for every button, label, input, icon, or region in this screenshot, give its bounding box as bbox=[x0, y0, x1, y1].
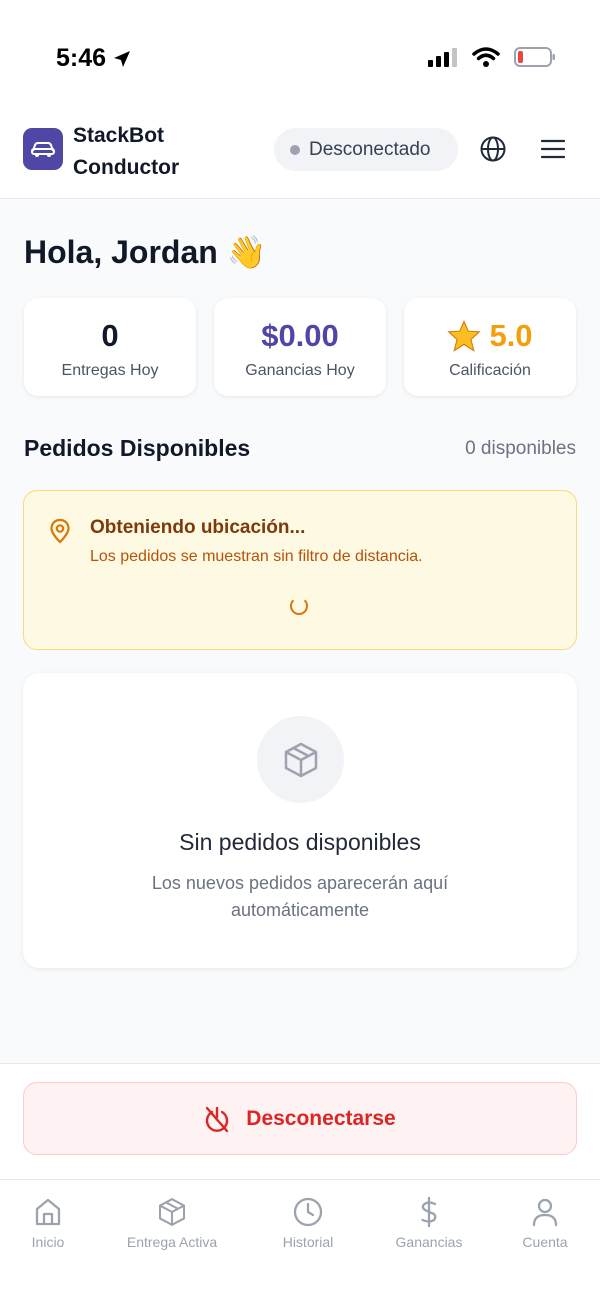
brand-line-2: Conductor bbox=[73, 156, 180, 179]
disconnect-area: Desconectarse bbox=[0, 1063, 600, 1179]
disconnect-button[interactable]: Desconectarse bbox=[23, 1082, 577, 1155]
home-icon bbox=[35, 1198, 61, 1226]
nav-label: Historial bbox=[282, 1234, 334, 1250]
nav-label: Cuenta bbox=[522, 1234, 568, 1250]
nav-label: Entrega Activa bbox=[126, 1234, 218, 1250]
wifi-icon bbox=[472, 47, 500, 67]
empty-state-title: Sin pedidos disponibles bbox=[179, 829, 421, 855]
nav-item-inicio[interactable]: Inicio bbox=[0, 1196, 108, 1250]
clock-time: 5:46 bbox=[56, 44, 107, 72]
stat-value: $0.00 bbox=[261, 318, 339, 353]
nav-item-ganancias[interactable]: Ganancias bbox=[369, 1196, 489, 1250]
stat-value: 0 bbox=[101, 318, 119, 353]
disconnect-label: Desconectarse bbox=[246, 1106, 396, 1130]
nav-label: Inicio bbox=[31, 1234, 65, 1250]
package-icon bbox=[284, 742, 317, 777]
map-pin-icon bbox=[50, 518, 70, 544]
nav-item-entrega-activa[interactable]: Entrega Activa bbox=[112, 1196, 232, 1250]
rating-value: 5.0 bbox=[489, 318, 533, 353]
wave-emoji: 👋 bbox=[226, 234, 267, 270]
stat-label: Entregas Hoy bbox=[61, 362, 159, 379]
empty-state-description: Los nuevos pedidos aparecerán aquí autom… bbox=[151, 873, 449, 920]
stat-card-deliveries: 0 Entregas Hoy bbox=[24, 298, 196, 396]
empty-state-icon bbox=[257, 716, 344, 803]
location-notice-subtitle: Los pedidos se muestran sin filtro de di… bbox=[90, 548, 423, 565]
stat-label: Calificación bbox=[449, 362, 531, 379]
stat-card-earnings: $0.00 Ganancias Hoy bbox=[214, 298, 386, 396]
status-time: 5:46 bbox=[56, 44, 132, 73]
status-dot bbox=[290, 144, 300, 155]
location-arrow-icon bbox=[114, 50, 131, 67]
stat-card-rating: 5.0 Calificación bbox=[404, 298, 576, 396]
empty-state-card: Sin pedidos disponibles Los nuevos pedid… bbox=[23, 673, 577, 968]
cellular-signal-icon bbox=[428, 48, 457, 67]
brand-line-1: StackBot bbox=[73, 124, 165, 147]
car-icon bbox=[31, 142, 55, 157]
battery-icon bbox=[514, 47, 555, 67]
power-off-icon bbox=[206, 1106, 229, 1132]
stat-value-row: 5.0 bbox=[404, 318, 576, 354]
location-notice: Obteniendo ubicación... Los pedidos se m… bbox=[23, 490, 577, 650]
clock-icon bbox=[293, 1197, 323, 1227]
orders-count: 0 disponibles bbox=[465, 438, 576, 459]
user-icon bbox=[532, 1198, 558, 1227]
status-icons bbox=[428, 46, 556, 68]
menu-icon[interactable] bbox=[539, 135, 567, 163]
globe-icon[interactable] bbox=[479, 135, 507, 163]
brand-name: StackBot Conductor bbox=[73, 120, 179, 184]
dollar-icon bbox=[421, 1196, 437, 1228]
nav-item-cuenta[interactable]: Cuenta bbox=[485, 1196, 600, 1250]
section-title: Pedidos Disponibles bbox=[24, 435, 251, 461]
app-header: StackBot Conductor Desconectado bbox=[0, 100, 600, 199]
loading-spinner bbox=[290, 597, 308, 615]
stat-label: Ganancias Hoy bbox=[245, 362, 355, 379]
greeting: Hola, Jordan 👋 bbox=[24, 233, 267, 271]
connection-status-pill[interactable]: Desconectado bbox=[274, 128, 458, 171]
star-icon bbox=[447, 320, 482, 352]
location-notice-title: Obteniendo ubicación... bbox=[90, 517, 306, 538]
status-bar: 5:46 bbox=[0, 0, 600, 100]
nav-label: Ganancias bbox=[395, 1234, 463, 1250]
app-logo bbox=[23, 128, 63, 170]
greeting-text: Hola, Jordan bbox=[24, 234, 218, 270]
bottom-nav: Inicio Entrega Activa Historial Ganancia… bbox=[0, 1179, 600, 1299]
nav-item-historial[interactable]: Historial bbox=[248, 1196, 368, 1250]
box-icon bbox=[158, 1198, 186, 1226]
connection-status-label: Desconectado bbox=[309, 138, 431, 160]
